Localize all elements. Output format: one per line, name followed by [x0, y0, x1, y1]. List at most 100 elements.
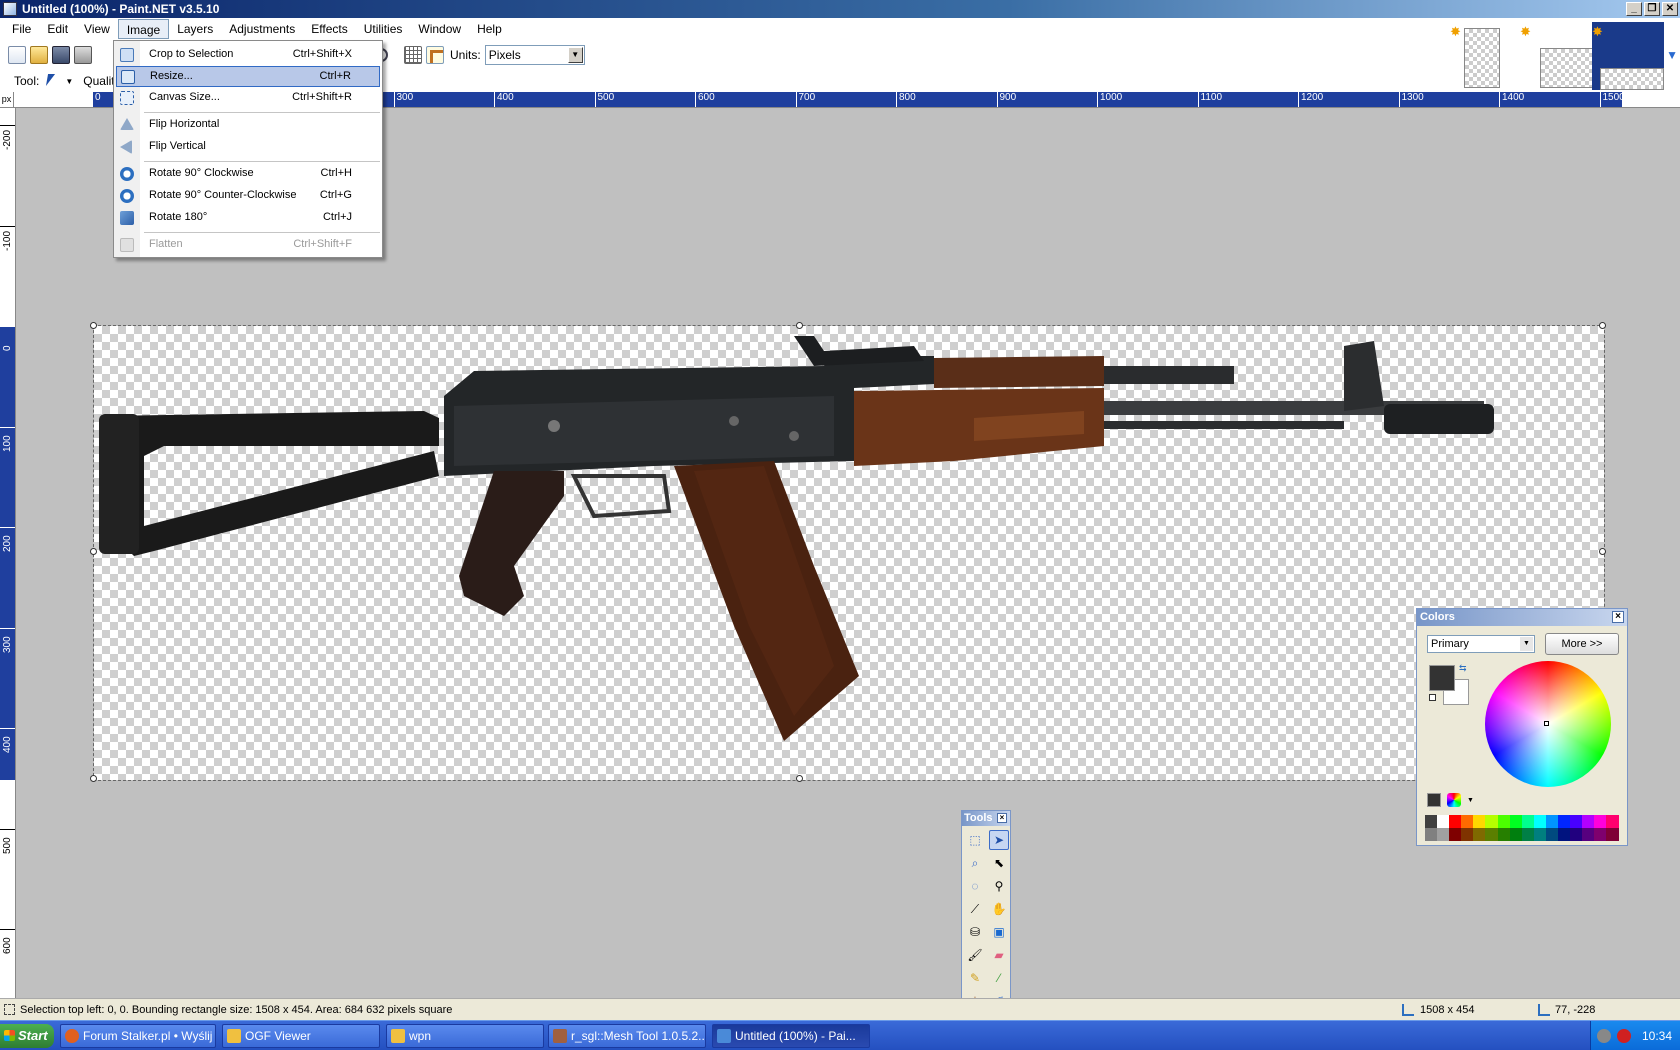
- more-colors-button[interactable]: More >>: [1545, 633, 1619, 655]
- palette-swatch[interactable]: [1533, 815, 1546, 828]
- move-selection-tool-icon[interactable]: [43, 73, 59, 89]
- swap-colors-icon[interactable]: ⇆: [1459, 663, 1467, 674]
- print-icon[interactable]: [74, 46, 92, 64]
- menu-rotate-ccw[interactable]: Rotate 90° Counter-Clockwise Ctrl+G: [116, 186, 380, 207]
- menu-utilities[interactable]: Utilities: [356, 19, 411, 39]
- menu-resize[interactable]: Resize... Ctrl+R: [116, 66, 380, 87]
- chevron-down-icon[interactable]: ▼: [1520, 637, 1533, 651]
- tool-chevron-down-icon[interactable]: ▼: [65, 77, 73, 86]
- palette-swatch[interactable]: [1606, 815, 1619, 828]
- palette-swatch[interactable]: [1509, 828, 1522, 841]
- image-canvas[interactable]: [90, 322, 1606, 782]
- palette-swatch[interactable]: [1437, 828, 1450, 841]
- pencil-icon[interactable]: ✎: [965, 968, 985, 988]
- menu-view[interactable]: View: [76, 19, 118, 39]
- selection-handle[interactable]: [796, 322, 803, 329]
- primary-color-swatch[interactable]: [1429, 665, 1455, 691]
- palette-menu-icon[interactable]: [1447, 793, 1461, 807]
- selection-handle[interactable]: [1599, 548, 1606, 555]
- menu-flip-horizontal[interactable]: Flip Horizontal: [116, 115, 380, 136]
- palette-swatch[interactable]: [1425, 815, 1438, 828]
- new-image-icon[interactable]: [8, 46, 26, 64]
- ellipse-select-icon[interactable]: ◌: [965, 876, 985, 896]
- colors-panel-title-bar[interactable]: Colors ×: [1417, 609, 1627, 626]
- palette-swatch[interactable]: [1558, 828, 1571, 841]
- palette-swatch[interactable]: [1497, 815, 1510, 828]
- tools-panel-title-bar[interactable]: Tools ×: [962, 811, 1010, 826]
- taskbar-item-wpn[interactable]: wpn: [386, 1024, 544, 1048]
- lasso-select-icon[interactable]: ⌕: [965, 853, 985, 873]
- palette-swatch[interactable]: [1437, 815, 1450, 828]
- selection-handle[interactable]: [90, 548, 97, 555]
- close-icon[interactable]: ×: [997, 813, 1007, 823]
- menu-effects[interactable]: Effects: [303, 19, 355, 39]
- rectangle-select-icon[interactable]: ⬚: [965, 830, 985, 850]
- taskbar-item-browser[interactable]: Forum Stalker.pl • Wyślij ...: [60, 1024, 216, 1048]
- selection-handle[interactable]: [1599, 322, 1606, 329]
- palette-swatch[interactable]: [1485, 828, 1498, 841]
- close-button[interactable]: ✕: [1662, 2, 1678, 16]
- selection-handle[interactable]: [90, 775, 97, 782]
- palette-swatch[interactable]: [1558, 815, 1571, 828]
- menu-edit[interactable]: Edit: [39, 19, 76, 39]
- chevron-down-icon[interactable]: ▼: [1467, 797, 1474, 804]
- units-dropdown[interactable]: Pixels ▼: [484, 45, 585, 65]
- save-icon[interactable]: [52, 46, 70, 64]
- taskbar-item-mesh-tool[interactable]: r_sgl::Mesh Tool 1.0.5.2...: [548, 1024, 706, 1048]
- menu-file[interactable]: File: [4, 19, 39, 39]
- palette-swatch[interactable]: [1449, 815, 1462, 828]
- palette-swatch[interactable]: [1582, 828, 1595, 841]
- zoom-icon[interactable]: ⚲: [989, 876, 1009, 896]
- menu-window[interactable]: Window: [410, 19, 469, 39]
- taskbar-item-paintnet[interactable]: Untitled (100%) - Pai...: [712, 1024, 870, 1048]
- selection-handle[interactable]: [796, 775, 803, 782]
- menu-adjustments[interactable]: Adjustments: [221, 19, 303, 39]
- image-thumbnail-2[interactable]: ✸: [1520, 22, 1606, 90]
- tray-speaker-icon[interactable]: [1597, 1029, 1611, 1043]
- move-selection-icon[interactable]: ➤: [989, 830, 1009, 850]
- chevron-down-icon[interactable]: ▼: [567, 47, 583, 63]
- menu-canvas-size[interactable]: Canvas Size... Ctrl+Shift+R: [116, 88, 380, 109]
- palette-swatch[interactable]: [1533, 828, 1546, 841]
- move-selected-icon[interactable]: ⬉: [989, 853, 1009, 873]
- palette-swatch[interactable]: [1570, 815, 1583, 828]
- palette-swatch[interactable]: [1473, 828, 1486, 841]
- menu-image[interactable]: Image: [117, 19, 170, 39]
- ruler-toggle-icon[interactable]: [426, 46, 444, 64]
- eraser-icon[interactable]: ▰: [989, 945, 1009, 965]
- image-thumbnail-1[interactable]: ✸: [1450, 22, 1520, 90]
- palette-swatch[interactable]: [1425, 828, 1438, 841]
- grid-toggle-icon[interactable]: [404, 46, 422, 64]
- palette-swatch[interactable]: [1509, 815, 1522, 828]
- palette-swatch[interactable]: [1545, 828, 1559, 841]
- color-wheel-marker[interactable]: [1544, 721, 1549, 726]
- reset-colors-icon[interactable]: [1429, 694, 1436, 701]
- start-button[interactable]: Start: [0, 1024, 54, 1048]
- maximize-button[interactable]: ❐: [1644, 2, 1660, 16]
- menu-rotate-cw[interactable]: Rotate 90° Clockwise Ctrl+H: [116, 164, 380, 185]
- pan-icon[interactable]: ✋: [989, 899, 1009, 919]
- palette-swatch[interactable]: [1521, 815, 1534, 828]
- menu-layers[interactable]: Layers: [169, 19, 221, 39]
- gradient-icon[interactable]: ▣: [989, 922, 1009, 942]
- tray-antivirus-icon[interactable]: [1617, 1029, 1631, 1043]
- color-mode-dropdown[interactable]: Primary ▼: [1427, 635, 1535, 653]
- open-file-icon[interactable]: [30, 46, 48, 64]
- palette-swatch[interactable]: [1545, 815, 1559, 828]
- taskbar-item-ogf-viewer[interactable]: OGF Viewer: [222, 1024, 380, 1048]
- palette-swatch[interactable]: [1449, 828, 1462, 841]
- thumbnail-scroll-icon[interactable]: ▼: [1666, 48, 1678, 62]
- magic-wand-icon[interactable]: ⟋: [965, 899, 985, 919]
- menu-crop-to-selection[interactable]: Crop to Selection Ctrl+Shift+X: [116, 45, 380, 66]
- close-icon[interactable]: ×: [1612, 611, 1624, 623]
- menu-rotate-180[interactable]: Rotate 180° Ctrl+J: [116, 208, 380, 229]
- palette-swatch[interactable]: [1461, 815, 1474, 828]
- add-to-palette-icon[interactable]: [1427, 793, 1441, 807]
- palette-swatch[interactable]: [1485, 815, 1498, 828]
- palette-swatch[interactable]: [1473, 815, 1486, 828]
- paint-bucket-icon[interactable]: ⛁: [965, 922, 985, 942]
- menu-flip-vertical[interactable]: Flip Vertical: [116, 137, 380, 158]
- selection-handle[interactable]: [90, 322, 97, 329]
- palette-swatch[interactable]: [1570, 828, 1583, 841]
- palette-swatch[interactable]: [1582, 815, 1595, 828]
